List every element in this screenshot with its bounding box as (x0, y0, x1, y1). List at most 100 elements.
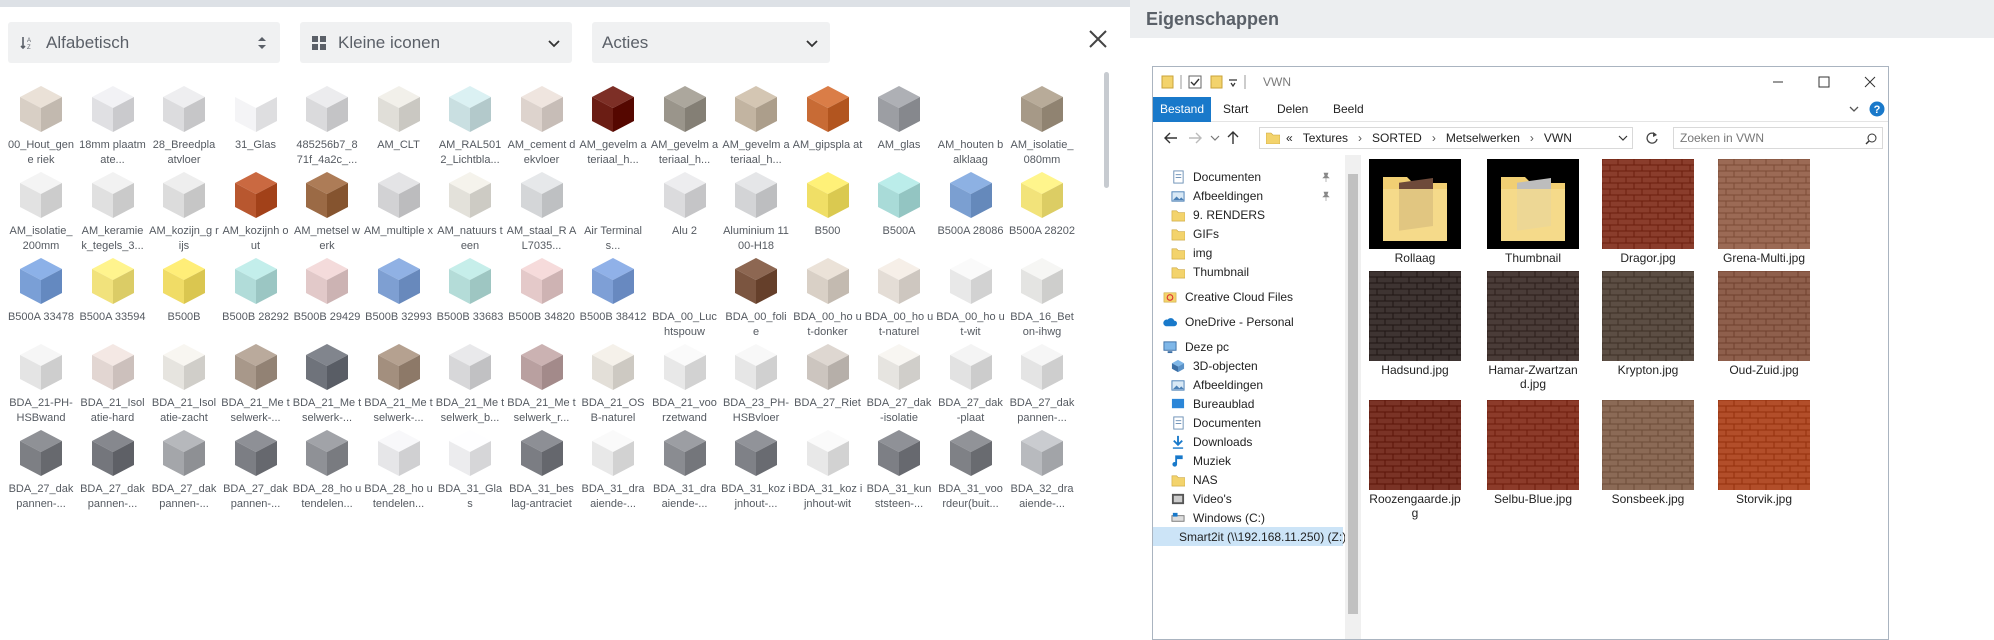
nav-item[interactable]: Bureaublad (1171, 394, 1254, 413)
folder-item[interactable]: Rollaag (1367, 159, 1463, 265)
view-dropdown[interactable]: Kleine iconen (300, 22, 572, 63)
nav-item[interactable]: Deze pc (1163, 337, 1229, 356)
ribbon-tab-file[interactable]: Bestand (1153, 97, 1211, 122)
material-preview-icon (1007, 342, 1077, 392)
material-preview-icon (936, 428, 1006, 478)
material-tile[interactable]: BDA_31_dra aiende-... (578, 426, 648, 536)
nav-item[interactable]: Smart2it (\\192.168.11.250) (Z:) (1153, 527, 1346, 546)
breadcrumb-item[interactable]: Metselwerken (1446, 131, 1520, 145)
nav-item[interactable]: Windows (C:) (1171, 508, 1265, 527)
nav-item[interactable]: Thumbnail (1171, 262, 1249, 281)
ribbon-tab-share[interactable]: Delen (1277, 97, 1308, 122)
address-bar[interactable]: « Textures › SORTED › Metselwerken › VWN (1259, 127, 1633, 149)
material-name: AM_RAL501 2_Lichtbla... (438, 139, 502, 166)
pin-icon (1322, 172, 1330, 182)
nav-item[interactable]: Muziek (1171, 451, 1231, 470)
material-tile[interactable]: BDA_27_dak pannen-... (149, 426, 219, 536)
back-arrow-icon[interactable] (1163, 130, 1179, 146)
material-name: Alu 2 (671, 225, 698, 237)
material-tile[interactable]: BDA_31_koz ijnhout-wit (793, 426, 863, 536)
material-preview-icon (793, 342, 863, 392)
sort-dropdown[interactable]: AZ Alfabetisch (8, 22, 280, 63)
material-tile[interactable]: BDA_27_dak pannen-... (78, 426, 148, 536)
file-item[interactable]: Krypton.jpg (1600, 270, 1696, 377)
nav-item[interactable]: OneDrive - Personal (1163, 312, 1294, 331)
onedrive-icon (1163, 317, 1177, 326)
material-preview-icon (864, 428, 934, 478)
material-tile[interactable]: BDA_32_dra aiende-... (1007, 426, 1077, 536)
grid-scrollbar[interactable] (1104, 72, 1109, 188)
file-item[interactable]: Selbu-Blue.jpg (1485, 399, 1581, 506)
maximize-icon[interactable] (1813, 71, 1835, 93)
navigation-scroll-thumb[interactable] (1348, 174, 1358, 614)
ribbon-expand-icon[interactable] (1848, 103, 1860, 115)
material-preview-icon (149, 428, 219, 478)
nav-item[interactable]: 9. RENDERS (1171, 205, 1265, 224)
breadcrumb-item[interactable]: Textures (1303, 131, 1348, 145)
actions-dropdown[interactable]: Acties (592, 22, 830, 63)
nav-item[interactable]: Creative Cloud Files (1163, 287, 1293, 306)
material-preview-icon (650, 84, 720, 134)
ribbon-tab-start[interactable]: Start (1223, 97, 1248, 122)
refresh-icon[interactable] (1645, 131, 1659, 145)
forward-arrow-icon[interactable] (1187, 130, 1203, 146)
nav-item[interactable]: Afbeeldingen (1171, 186, 1263, 205)
file-item[interactable]: Roozengaarde.jpg (1367, 399, 1463, 520)
help-icon[interactable]: ? (1869, 101, 1885, 117)
file-item[interactable]: Sonsbeek.jpg (1600, 399, 1696, 506)
breadcrumb-overflow[interactable]: « (1286, 131, 1293, 145)
nav-item[interactable]: GIFs (1171, 224, 1219, 243)
material-tile[interactable]: BDA_28_ho utendelen... (292, 426, 362, 536)
up-arrow-icon[interactable] (1225, 130, 1241, 146)
material-tile[interactable]: BDA_31_bes lag-antraciet (507, 426, 577, 536)
file-item[interactable]: Dragor.jpg (1600, 158, 1696, 265)
file-item[interactable]: Hadsund.jpg (1367, 270, 1463, 377)
computer-icon (1163, 340, 1177, 353)
folder-item[interactable]: Thumbnail (1485, 159, 1581, 265)
file-item[interactable]: Oud-Zuid.jpg (1716, 270, 1812, 377)
material-tile[interactable]: BDA_27_dak pannen-... (6, 426, 76, 536)
recent-locations-icon[interactable] (1207, 130, 1223, 146)
nav-item[interactable]: Video's (1171, 489, 1232, 508)
material-name: BDA_27_dak pannen-... (223, 483, 288, 510)
file-item[interactable]: Storvik.jpg (1716, 399, 1812, 506)
quick-access-toolbar-icon[interactable] (1161, 74, 1256, 90)
nav-item[interactable]: img (1171, 243, 1212, 262)
material-tile[interactable]: BDA_31_koz ijnhout-... (721, 426, 791, 536)
file-explorer-window: VWN Bestand Start Delen Beeld ? « Textur… (1152, 66, 1889, 640)
material-preview-icon (936, 84, 1006, 134)
material-tile[interactable]: BDA_31_dra aiende-... (650, 426, 720, 536)
material-name: B500A (882, 225, 916, 237)
nav-item[interactable]: Downloads (1171, 432, 1252, 451)
chevron-down-icon (804, 35, 820, 51)
material-tile[interactable]: BDA_31_voo rdeur(buit... (936, 426, 1006, 536)
file-item[interactable]: Grena-Multi.jpg (1716, 158, 1812, 265)
material-tile[interactable]: BDA_28_ho utendelen... (364, 426, 434, 536)
nav-item[interactable]: Afbeeldingen (1171, 375, 1263, 394)
breadcrumb-item[interactable]: SORTED (1372, 131, 1422, 145)
ribbon-tab-view[interactable]: Beeld (1333, 97, 1364, 122)
nav-item[interactable]: NAS (1171, 470, 1218, 489)
nav-item[interactable]: Documenten (1171, 413, 1261, 432)
material-tile[interactable]: BDA_27_dak pannen-... (221, 426, 291, 536)
file-item[interactable]: Hamar-Zwartzand.jpg (1485, 270, 1581, 391)
chevron-down-icon[interactable] (1618, 133, 1628, 143)
minimize-icon[interactable] (1767, 71, 1789, 93)
file-name: Thumbnail (1504, 251, 1562, 265)
close-icon[interactable] (1086, 27, 1110, 51)
material-preview-icon (435, 170, 505, 220)
material-preview-icon (435, 428, 505, 478)
material-tile[interactable]: BDA_31_kun ststeen-... (864, 426, 934, 536)
drive-icon (1171, 512, 1185, 522)
search-input[interactable]: Zoeken in VWN (1673, 127, 1883, 149)
material-name: B500B 29429 (293, 311, 361, 323)
breadcrumb-item[interactable]: VWN (1544, 131, 1572, 145)
nav-item[interactable]: Documenten (1171, 167, 1261, 186)
material-preview-icon (6, 342, 76, 392)
nav-item[interactable]: 3D-objecten (1171, 356, 1258, 375)
material-name: BDA_21_Isol atie-hard (80, 397, 145, 424)
material-tile[interactable]: BDA_31_Gla s (435, 426, 505, 536)
window-close-icon[interactable] (1859, 71, 1881, 93)
material-preview-icon (149, 256, 219, 306)
material-preview-icon (435, 256, 505, 306)
